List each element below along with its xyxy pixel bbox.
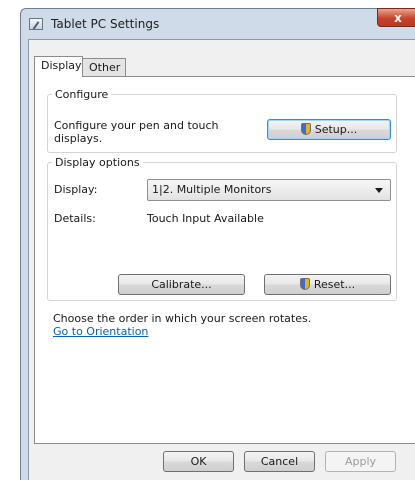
- calibrate-button[interactable]: Calibrate...: [118, 274, 245, 295]
- orientation-text: Choose the order in which your screen ro…: [53, 312, 312, 325]
- tablet-pc-icon: [29, 18, 43, 30]
- tab-display[interactable]: Display: [34, 56, 83, 77]
- details-value: Touch Input Available: [147, 212, 264, 225]
- window-title: Tablet PC Settings: [51, 17, 160, 31]
- display-tab-panel: Configure Configure your pen and touch d…: [34, 76, 415, 444]
- tab-other[interactable]: Other: [82, 58, 126, 76]
- go-to-orientation-link[interactable]: Go to Orientation: [53, 325, 148, 338]
- title-bar[interactable]: Tablet PC Settings x: [21, 8, 415, 39]
- details-label: Details:: [54, 212, 96, 225]
- display-options-group: Display options Display: 1|2. Multiple M…: [47, 156, 397, 301]
- tablet-pc-settings-window: Tablet PC Settings x Display Other Confi…: [20, 8, 415, 480]
- chevron-down-icon: [375, 188, 383, 193]
- ok-button[interactable]: OK: [163, 451, 234, 472]
- uac-shield-icon: [300, 123, 311, 135]
- close-button[interactable]: x: [377, 8, 415, 27]
- setup-button-label: Setup...: [314, 123, 358, 136]
- setup-button[interactable]: Setup...: [267, 119, 391, 140]
- cancel-button[interactable]: Cancel: [244, 451, 315, 472]
- configure-legend: Configure: [55, 88, 109, 101]
- apply-button[interactable]: Apply: [325, 451, 396, 472]
- dialog-client-area: Display Other Configure Configure your p…: [28, 39, 415, 480]
- reset-button[interactable]: Reset...: [264, 274, 391, 295]
- display-select[interactable]: 1|2. Multiple Monitors: [147, 179, 391, 201]
- reset-button-label: Reset...: [313, 278, 356, 291]
- configure-group: Configure Configure your pen and touch d…: [47, 88, 397, 153]
- configure-description-line2: displays.: [54, 132, 103, 145]
- display-options-legend: Display options: [55, 156, 140, 169]
- uac-shield-icon: [299, 278, 310, 290]
- configure-description-line1: Configure your pen and touch: [54, 119, 219, 132]
- display-label: Display:: [54, 183, 98, 196]
- display-select-value: 1|2. Multiple Monitors: [152, 183, 272, 196]
